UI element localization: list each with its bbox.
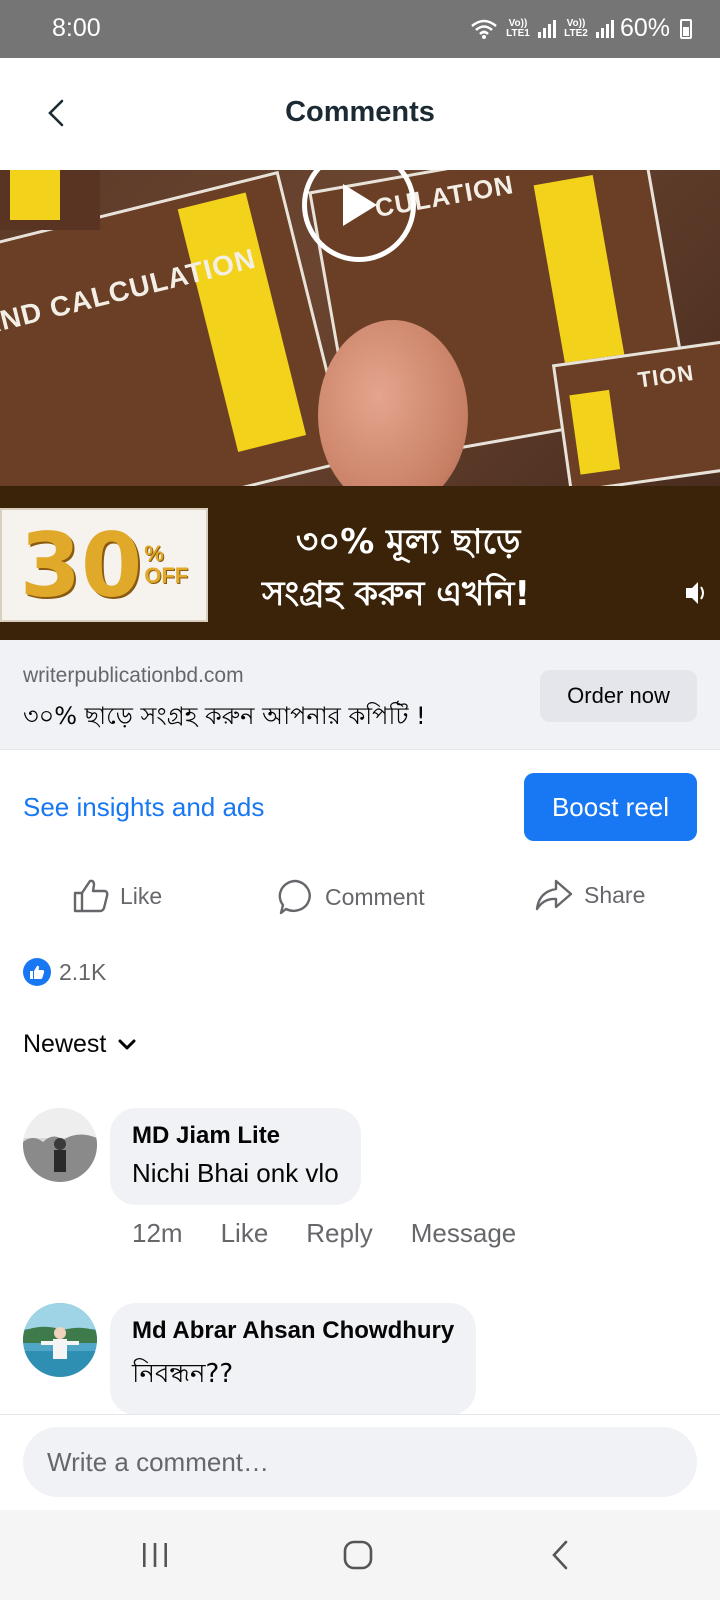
comment-like-button[interactable]: Like <box>221 1218 269 1249</box>
comment-bubble-icon <box>278 879 311 915</box>
ad-info-bar[interactable]: writerpublicationbd.com ৩০% ছাড়ে সংগ্রহ… <box>0 640 720 750</box>
wifi-icon <box>471 19 497 39</box>
signal-bars-icon <box>537 19 556 38</box>
back-chevron-icon <box>552 1540 568 1570</box>
reel-video[interactable]: AND CALCULATION CULATION TION 30 % OFF ৩… <box>0 170 720 640</box>
reaction-count: 2.1K <box>59 958 107 985</box>
sort-label: Newest <box>23 1030 107 1058</box>
discount-percent-sign: % <box>144 541 164 566</box>
status-bar: 8:00 Vo)) LTE1 Vo)) LTE2 60% <box>0 0 720 58</box>
post-actions: Like Comment Share <box>0 870 720 930</box>
page-title: Comments <box>285 96 435 128</box>
comment-composer-bar: Write a comment… <box>0 1414 720 1510</box>
comment-author[interactable]: Md Abrar Ahsan Chowdhury <box>132 1317 454 1345</box>
like-label: Like <box>120 882 163 909</box>
sound-toggle[interactable] <box>684 578 706 613</box>
sim1-network-label: Vo)) LTE1 <box>506 17 530 39</box>
video-frame: AND CALCULATION CULATION TION <box>0 170 720 486</box>
reaction-summary[interactable]: 2.1K <box>23 958 106 986</box>
comment-input[interactable]: Write a comment… <box>23 1427 697 1497</box>
comment-button[interactable]: Comment <box>277 878 425 916</box>
banner-headline: ৩০% মূল্য ছাড়ে <box>296 522 521 562</box>
avatar[interactable] <box>23 1108 97 1182</box>
see-insights-link[interactable]: See insights and ads <box>23 792 264 823</box>
comment-label: Comment <box>325 883 425 910</box>
discount-off-label: OFF <box>144 563 189 588</box>
comment-text: Nichi Bhai onk vlo <box>132 1158 339 1188</box>
comment-item: MD Jiam Lite Nichi Bhai onk vlo 12m Like… <box>0 1108 720 1258</box>
thumbs-up-icon <box>73 879 109 913</box>
like-reaction-icon <box>23 958 51 986</box>
home-button[interactable] <box>328 1532 388 1578</box>
battery-icon <box>680 18 692 39</box>
promo-banner: 30 % OFF ৩০% মূল্য ছাড়ে সংগ্রহ করুন এখন… <box>0 486 720 640</box>
volume-icon <box>686 582 704 604</box>
system-nav-bar <box>0 1510 720 1600</box>
banner-subheadline: সংগ্রহ করুন এখনি! <box>262 574 530 614</box>
comment-bubble[interactable]: Md Abrar Ahsan Chowdhury নিবন্ধন?? <box>110 1303 477 1415</box>
comment-meta: 12m Like Reply Message <box>132 1218 516 1249</box>
comment-author[interactable]: MD Jiam Lite <box>132 1122 339 1150</box>
home-icon <box>343 1540 373 1570</box>
comment-sort-dropdown[interactable]: Newest <box>23 1030 136 1059</box>
ad-description: ৩০% ছাড়ে সংগ্রহ করুন আপনার কপিটি ! <box>23 702 426 730</box>
status-time: 8:00 <box>52 14 101 42</box>
comment-message-button[interactable]: Message <box>411 1218 517 1249</box>
chevron-down-icon <box>118 1039 136 1049</box>
share-button[interactable]: Share <box>534 878 645 912</box>
comment-time: 12m <box>132 1218 183 1248</box>
share-arrow-icon <box>535 879 573 911</box>
recent-apps-button[interactable] <box>125 1532 185 1578</box>
sim2-network-label: Vo)) LTE2 <box>564 17 588 39</box>
comment-reply-button[interactable]: Reply <box>306 1218 372 1249</box>
comments-header: Comments <box>0 58 720 170</box>
share-label: Share <box>584 881 646 908</box>
system-back-button[interactable] <box>530 1532 590 1578</box>
boost-reel-button[interactable]: Boost reel <box>524 773 697 841</box>
order-now-button[interactable]: Order now <box>540 670 697 722</box>
discount-number: 30 <box>19 513 143 617</box>
battery-percent: 60% <box>619 14 670 42</box>
comment-bubble[interactable]: MD Jiam Lite Nichi Bhai onk vlo <box>110 1108 361 1205</box>
signal-bars-icon <box>595 19 614 38</box>
like-button[interactable]: Like <box>72 878 162 914</box>
recent-apps-icon <box>143 1543 167 1567</box>
discount-badge: 30 % OFF <box>0 508 208 622</box>
avatar[interactable] <box>23 1303 97 1377</box>
book-image <box>0 170 100 230</box>
status-icons: Vo)) LTE1 Vo)) LTE2 60% <box>470 14 692 43</box>
comment-item: Md Abrar Ahsan Chowdhury নিবন্ধন?? <box>0 1303 720 1415</box>
play-icon <box>343 184 377 226</box>
book-title-far-right: TION <box>636 359 696 393</box>
comment-text: নিবন্ধন?? <box>132 1359 234 1389</box>
ad-domain: writerpublicationbd.com <box>23 664 244 687</box>
